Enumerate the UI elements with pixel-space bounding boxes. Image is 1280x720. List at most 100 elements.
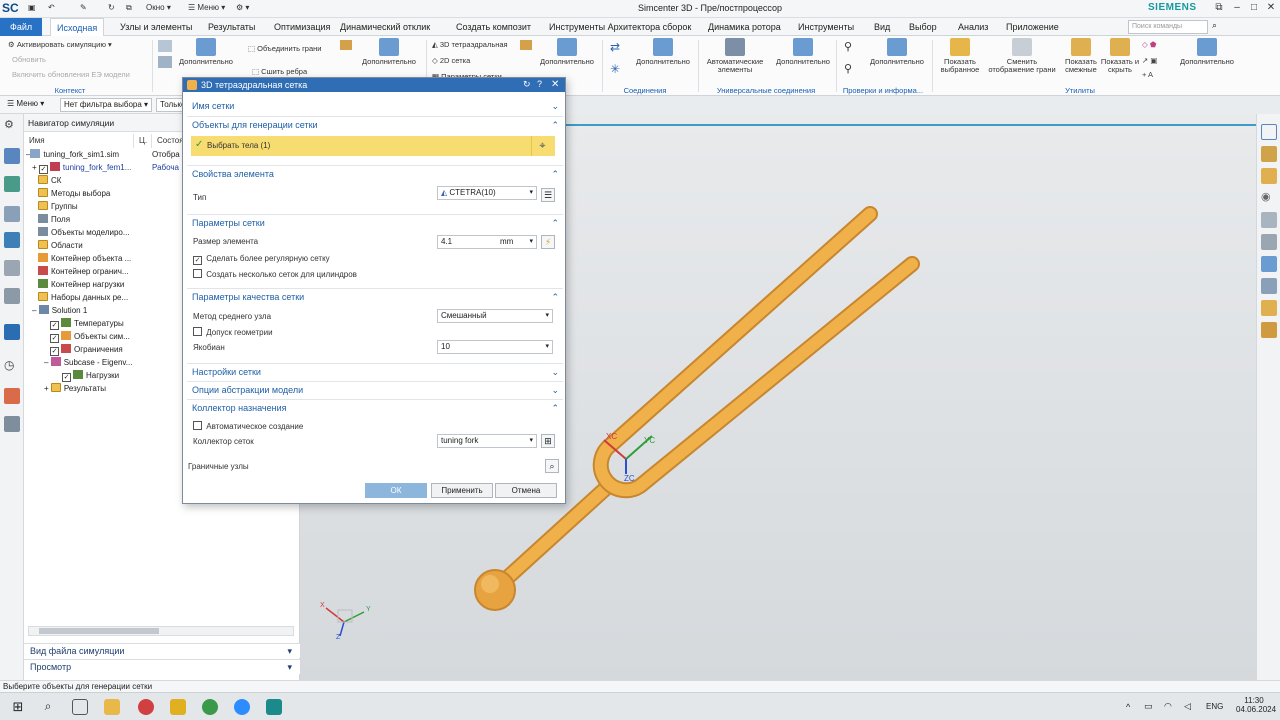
element-type-select[interactable]: ◭ CTETRA(10) ▾ (437, 186, 537, 200)
apply-button[interactable]: Применить (431, 483, 493, 498)
sim-file-view-panel[interactable]: Вид файла симуляции ▾ (24, 643, 300, 658)
show-selected-button[interactable]: Показать выбранное (936, 38, 984, 74)
change-face-display-button[interactable]: Сменить отображение грани (984, 38, 1060, 74)
info-icon[interactable]: ⚲ (844, 62, 858, 76)
activate-simulation-button[interactable]: ⚙ Активировать симуляцию ▾ (8, 40, 112, 49)
col-c[interactable]: Ц. (134, 134, 152, 148)
jacobian-select[interactable]: 10 ▾ (437, 340, 553, 354)
role-icon[interactable] (4, 288, 20, 304)
geometry2-icon[interactable] (158, 56, 172, 68)
more-button-4[interactable]: Дополнительно (630, 38, 696, 66)
part-view-icon[interactable] (1261, 300, 1277, 316)
render-icon[interactable] (1261, 234, 1277, 250)
tab-nodes-elements[interactable]: Узлы и элементы (114, 18, 198, 36)
section-mesh-settings[interactable]: Настройки сетки ⌄ (187, 363, 563, 379)
yandex-browser-icon[interactable] (138, 699, 154, 715)
checkbox[interactable]: ✓ (50, 347, 59, 356)
more-button-6[interactable]: Дополнительно (864, 38, 930, 66)
geometry-icon[interactable] (158, 40, 172, 52)
auto-size-icon[interactable]: ⚡ (541, 235, 555, 249)
checkbox[interactable]: ✓ (38, 165, 48, 174)
tab-application[interactable]: Приложение (1000, 18, 1065, 36)
tab-home[interactable]: Исходная (50, 18, 105, 36)
util-icon-3[interactable]: + A (1142, 70, 1153, 79)
tab-file[interactable]: Файл (0, 18, 43, 36)
regular-mesh-option[interactable]: ✓ Сделать более регулярную сетку (193, 254, 330, 265)
command-search-input[interactable]: Поиск команды (1128, 20, 1208, 34)
util-icon-2[interactable]: ↗ ▣ (1142, 56, 1157, 65)
spider-icon[interactable]: ✳ (610, 62, 624, 76)
volume-icon[interactable]: ◁ (1184, 701, 1191, 712)
copy-icon[interactable]: ⧉ (126, 3, 132, 13)
web-browser-icon[interactable] (4, 324, 20, 340)
tab-create-composite[interactable]: Создать композит (450, 18, 537, 36)
save-icon[interactable]: ▣ (28, 3, 36, 12)
tab-optimization[interactable]: Оптимизация (268, 18, 336, 36)
visibility-icon[interactable]: ◉ (1261, 190, 1277, 206)
reset-icon[interactable]: ↻ (523, 79, 531, 90)
maximize-icon[interactable]: □ (1247, 2, 1261, 15)
mesh-2d-button[interactable]: ◇ 2D сетка (432, 56, 470, 65)
util-icon-1[interactable]: ◇ ⬟ (1142, 40, 1156, 49)
section-mesh-params[interactable]: Параметры сетки ⌃ (187, 214, 563, 230)
close-icon[interactable]: ✕ (1264, 2, 1278, 15)
tool-icon[interactable] (340, 40, 352, 50)
more-button-2[interactable]: Дополнительно (356, 38, 422, 66)
undo-icon[interactable]: ↶ (48, 3, 55, 12)
stitch-edges-button[interactable]: ⬚ Сшить ребра (252, 67, 307, 76)
search-icon[interactable]: ⌕ (40, 699, 56, 715)
new-collector-icon[interactable]: ⊞ (541, 434, 555, 448)
restore-icon[interactable]: ⧉ (1212, 2, 1226, 15)
scroll-thumb[interactable] (39, 628, 159, 634)
dialog-close-icon[interactable]: ✕ (551, 79, 559, 90)
tray-arrow-icon[interactable]: ^ (1126, 702, 1130, 712)
language-indicator[interactable]: ENG (1206, 702, 1223, 711)
search-icon[interactable]: ⌕ (1212, 20, 1217, 31)
element-properties-icon[interactable]: ☰ (541, 188, 555, 202)
explorer-icon[interactable] (104, 699, 120, 715)
update-button[interactable]: Обновить (12, 55, 46, 64)
windows-start-icon[interactable]: ⊞ (10, 699, 26, 715)
connection-icon[interactable]: ⇄ (610, 40, 624, 54)
show-adjacent-button[interactable]: Показать смежные (1060, 38, 1102, 74)
cylinder-mesh-option[interactable]: Создать несколько сеток для цилиндров (193, 269, 357, 279)
box-view-icon[interactable] (1261, 322, 1277, 338)
checkbox[interactable] (193, 269, 202, 278)
auto-elements-button[interactable]: Автоматические элементы (702, 38, 768, 74)
redo-icon[interactable]: ↻ (108, 3, 115, 12)
camera-icon[interactable] (1261, 278, 1277, 294)
settings-icon[interactable]: ⚙ (4, 118, 20, 134)
constraint-navigator-icon[interactable] (4, 260, 20, 276)
window-menu[interactable]: Окно ▾ (146, 3, 171, 12)
minimize-icon[interactable]: – (1230, 2, 1244, 15)
shaded-icon[interactable] (1261, 168, 1277, 184)
more-button-3[interactable]: Дополнительно (534, 38, 600, 66)
select-bodies-row[interactable]: ✓ Выбрать тела (1) ⌖ (191, 136, 555, 156)
zoom-icon[interactable] (234, 699, 250, 715)
collector-select[interactable]: tuning fork ▾ (437, 434, 537, 448)
element-size-input[interactable]: 4.1 mm ▾ (437, 235, 537, 249)
tools-icon[interactable]: ⚙ ▾ (236, 3, 249, 12)
fit-view-icon[interactable] (1261, 124, 1277, 140)
section-mesh-name[interactable]: Имя сетки ⌄ (187, 98, 563, 114)
cancel-button[interactable]: Отмена (495, 483, 557, 498)
tab-view[interactable]: Вид (868, 18, 896, 36)
selection-filter-dropdown[interactable]: Нет фильтра выбора ▾ (60, 98, 152, 112)
clock[interactable]: 11:30 04.06.2024 (1236, 696, 1276, 714)
section-collector[interactable]: Коллектор назначения ⌃ (187, 399, 563, 415)
horizontal-scrollbar[interactable] (28, 626, 294, 636)
checkbox[interactable]: ✓ (50, 321, 59, 330)
pen-icon[interactable]: ✎ (80, 3, 87, 12)
layer-icon[interactable] (1261, 256, 1277, 272)
tab-analysis[interactable]: Анализ (952, 18, 994, 36)
checkbox[interactable] (193, 421, 202, 430)
history-icon[interactable]: ◷ (4, 358, 20, 374)
process-icon[interactable] (4, 416, 20, 432)
wifi-icon[interactable]: ◠ (1164, 701, 1172, 712)
tab-results[interactable]: Результаты (202, 18, 261, 36)
menu-button[interactable]: ☰ Меню ▾ (188, 3, 225, 12)
tab-rotor-dynamics[interactable]: Динамика ротора (702, 18, 787, 36)
merge-faces-button[interactable]: ⬚ Объединить грани (248, 44, 321, 53)
checkbox[interactable]: ✓ (193, 256, 202, 265)
checkbox[interactable] (193, 327, 202, 336)
